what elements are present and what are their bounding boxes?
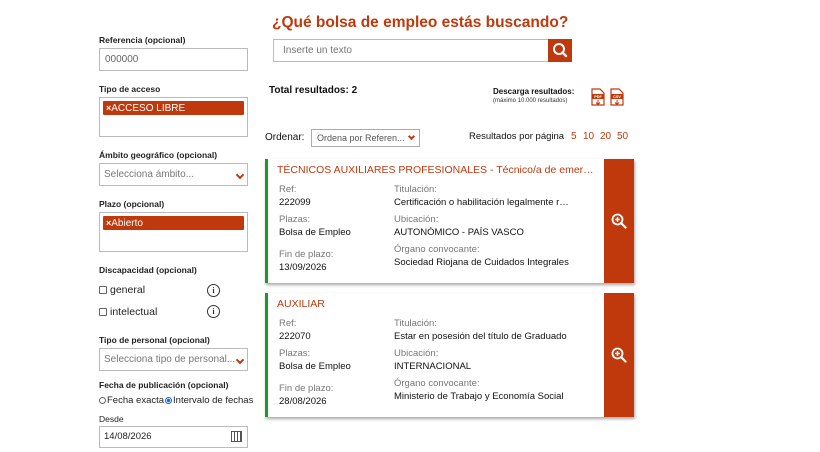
tipo-personal-select[interactable]: Selecciona tipo de personal... (99, 348, 248, 371)
per-page-label: Resultados por página (469, 131, 565, 142)
tipo-personal-label: Tipo de personal (opcional) (99, 335, 210, 345)
per-page-50[interactable]: 50 (617, 131, 628, 142)
fecha-radio-group: Fecha exacta Intervalo de fechas (99, 395, 253, 406)
download-limit-note: (máximo 10.000 resultados) (493, 98, 568, 104)
csv-file-icon: CSV (610, 88, 624, 106)
plazo-tag[interactable]: ×Abierto (103, 216, 244, 230)
organo-label: Órgano convocante: (394, 244, 480, 255)
ubicacion-label: Ubicación: (394, 214, 439, 225)
chevron-down-icon (235, 170, 245, 180)
titulacion-label: Titulación: (394, 318, 437, 329)
chevron-down-icon (407, 132, 416, 141)
calendar-icon[interactable] (231, 431, 242, 442)
tipo-acceso-select[interactable]: ×ACCESO LIBRE (99, 97, 248, 137)
zoom-in-icon (611, 347, 627, 363)
result-title[interactable]: TÉCNICOS AUXILIARES PROFESIONALES - Técn… (277, 164, 597, 176)
discapacidad-intelectual-checkbox[interactable]: intelectual (99, 306, 157, 318)
pdf-file-icon: PDF (591, 88, 605, 106)
csv-download-button[interactable]: CSV (610, 88, 624, 106)
download-label: Descarga resultados: (493, 87, 575, 96)
ambito-select[interactable]: Selecciona ámbito... (99, 163, 248, 186)
per-page-10[interactable]: 10 (583, 131, 594, 142)
per-page-5[interactable]: 5 (571, 131, 577, 142)
search-button[interactable] (548, 39, 572, 62)
result-card: TÉCNICOS AUXILIARES PROFESIONALES - Técn… (265, 159, 634, 283)
titulacion-value: Estar en posesión del título de Graduado (394, 331, 567, 342)
plazas-value: Bolsa de Empleo (279, 227, 351, 238)
tipo-acceso-label: Tipo de acceso (99, 84, 161, 94)
tipo-personal-placeholder: Selecciona tipo de personal... (104, 354, 236, 365)
ubicacion-label: Ubicación: (394, 348, 439, 359)
referencia-label: Referencia (opcional) (99, 35, 186, 45)
pdf-format-label: PDF (594, 95, 602, 99)
ambito-label: Ámbito geográfico (opcional) (99, 150, 218, 160)
plazas-label: Plazas: (279, 214, 311, 225)
pdf-download-button[interactable]: PDF (591, 88, 605, 106)
referencia-input[interactable]: 000000 (99, 48, 248, 71)
plazo-select[interactable]: ×Abierto (99, 212, 248, 252)
fin-plazo-label: Fin de plazo: (279, 249, 334, 260)
result-card: AUXILIAR Ref: 222070 Plazas: Bolsa de Em… (265, 293, 634, 417)
plazas-label: Plazas: (279, 348, 311, 359)
sort-select-value: Ordena por Referen... (317, 133, 405, 143)
info-icon[interactable]: i (207, 284, 220, 297)
search-icon (553, 43, 568, 58)
plazas-value: Bolsa de Empleo (279, 361, 351, 372)
per-page-20[interactable]: 20 (600, 131, 611, 142)
sort-label: Ordenar: (265, 132, 305, 143)
organo-label: Órgano convocante: (394, 378, 480, 389)
desde-label: Desde (99, 414, 124, 424)
ref-value: 222099 (279, 197, 311, 208)
total-results: Total resultados: 2 (269, 85, 358, 96)
ubicacion-value: AUTONÓMICO - PAÍS VASCO (394, 227, 524, 238)
plazo-label: Plazo (opcional) (99, 199, 165, 209)
desde-value: 14/08/2026 (104, 431, 152, 442)
fecha-publicacion-label: Fecha de publicación (opcional) (99, 380, 229, 390)
view-detail-button[interactable] (604, 159, 634, 283)
organo-value: Ministerio de Trabajo y Economía Social (394, 391, 564, 402)
ubicacion-value: INTERNACIONAL (394, 361, 472, 372)
intervalo-fechas-radio[interactable] (165, 397, 173, 404)
organo-value: Sociedad Riojana de Cuidados Integrales (394, 257, 569, 268)
fecha-exacta-radio[interactable] (99, 397, 106, 404)
ref-label: Ref: (279, 318, 297, 329)
zoom-in-icon (611, 213, 627, 229)
desde-date-input[interactable]: 14/08/2026 (99, 426, 248, 448)
titulacion-value: Certificación o habilitación legalmente … (394, 197, 569, 208)
fin-plazo-label: Fin de plazo: (279, 383, 334, 394)
search-input[interactable] (273, 39, 549, 62)
result-title[interactable]: AUXILIAR (277, 298, 597, 310)
page-title: ¿Qué bolsa de empleo estás buscando? (272, 14, 569, 31)
ambito-placeholder: Selecciona ámbito... (104, 169, 195, 180)
discapacidad-label: Discapacidad (opcional) (99, 265, 197, 275)
fin-plazo-value: 13/09/2026 (279, 262, 327, 273)
sort-select[interactable]: Ordena por Referen... (311, 129, 420, 147)
titulacion-label: Titulación: (394, 184, 437, 195)
csv-format-label: CSV (613, 95, 621, 99)
fin-plazo-value: 28/08/2026 (279, 396, 327, 407)
view-detail-button[interactable] (604, 293, 634, 417)
ref-value: 222070 (279, 331, 311, 342)
intervalo-fechas-label: Intervalo de fechas (173, 395, 254, 406)
info-icon[interactable]: i (207, 305, 220, 318)
fecha-exacta-label: Fecha exacta (107, 395, 165, 406)
ref-label: Ref: (279, 184, 297, 195)
tipo-acceso-tag[interactable]: ×ACCESO LIBRE (103, 101, 244, 115)
discapacidad-general-checkbox[interactable]: general (99, 284, 145, 296)
chevron-down-icon (235, 355, 245, 365)
